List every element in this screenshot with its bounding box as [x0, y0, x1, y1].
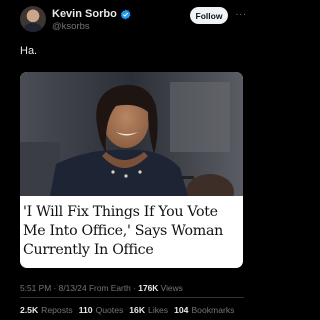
tweet-time[interactable]: 5:51 PM: [20, 283, 51, 293]
news-photo: [20, 72, 243, 196]
views-label: Views: [160, 283, 183, 293]
author-name-row[interactable]: Kevin Sorbo: [52, 8, 131, 20]
author-handle[interactable]: @ksorbs: [52, 21, 90, 32]
stat-label: Reposts: [41, 305, 73, 315]
divider: [20, 297, 244, 298]
tweet-text: Ha.: [20, 45, 38, 57]
stat-label: Bookmarks: [191, 305, 235, 315]
stat-reposts[interactable]: 2.5K Reposts: [20, 305, 73, 315]
tweet-source: From Earth: [88, 283, 131, 293]
follow-button[interactable]: Follow: [190, 7, 228, 24]
verified-badge-icon: [120, 9, 131, 19]
views-count: 176K: [138, 283, 159, 293]
news-headline: 'I Will Fix Things If You Vote Me Into O…: [23, 204, 223, 258]
tweet-meta: 5:51 PM · 8/13/24 From Earth · 176K View…: [20, 283, 183, 293]
more-options-icon[interactable]: ···: [234, 7, 248, 21]
tweet-date[interactable]: 8/13/24: [59, 283, 87, 293]
author-name[interactable]: Kevin Sorbo: [52, 8, 117, 20]
stat-label: Quotes: [95, 305, 124, 315]
stat-count: 104: [174, 305, 189, 315]
stat-label: Likes: [148, 305, 169, 315]
stat-quotes[interactable]: 110 Quotes: [79, 305, 124, 315]
stat-count: 16K: [129, 305, 146, 315]
tweet-header: Kevin Sorbo @ksorbs Follow ···: [0, 0, 264, 40]
stat-bookmarks[interactable]: 104 Bookmarks: [174, 305, 234, 315]
stat-count: 2.5K: [20, 305, 39, 315]
tweet-media[interactable]: 'I Will Fix Things If You Vote Me Into O…: [20, 72, 243, 268]
tweet-stats: 2.5K Reposts 110 Quotes 16K Likes 104 Bo…: [20, 305, 234, 315]
stat-count: 110: [78, 305, 93, 315]
stat-likes[interactable]: 16K Likes: [129, 305, 168, 315]
avatar[interactable]: [20, 6, 46, 32]
meta-separator: ·: [133, 283, 136, 293]
meta-separator: ·: [53, 283, 57, 293]
